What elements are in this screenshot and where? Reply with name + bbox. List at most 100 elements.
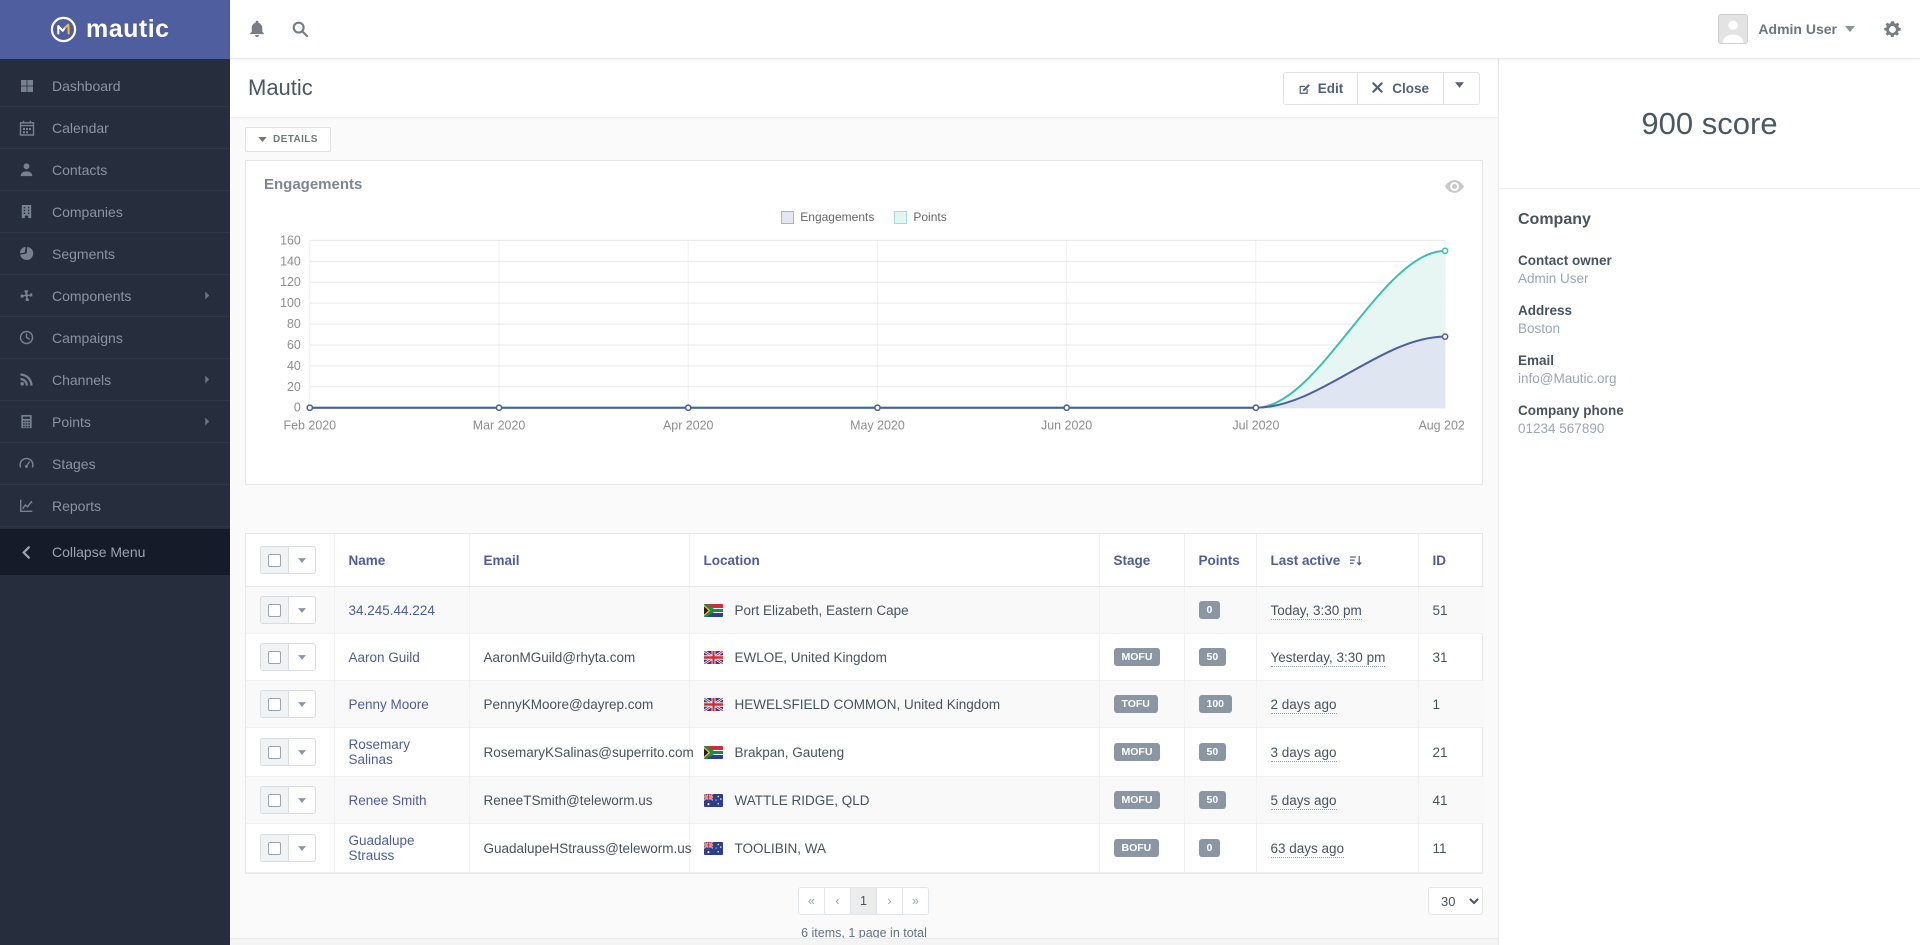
column-header-points[interactable]: Points (1184, 534, 1256, 587)
contact-name-link[interactable]: Penny Moore (349, 697, 429, 712)
page-1-button[interactable]: 1 (850, 887, 877, 915)
sidebar-filler (0, 575, 230, 945)
row-select-checkbox[interactable] (261, 691, 289, 717)
points-badge: 50 (1199, 743, 1227, 761)
contact-id: 11 (1418, 824, 1484, 873)
mautic-logo[interactable]: mautic (0, 0, 230, 59)
chevron-right-icon (203, 417, 212, 426)
footer-strip (230, 938, 1498, 945)
bulk-actions-dropdown[interactable] (289, 547, 315, 573)
sidebar-item-companies[interactable]: Companies (0, 191, 230, 233)
row-select-checkbox[interactable] (261, 597, 289, 623)
gauge-icon (18, 455, 35, 472)
row-actions-dropdown[interactable] (289, 787, 315, 813)
rows-per-page-select[interactable]: 30 (1428, 887, 1483, 915)
contact-name-link[interactable]: Aaron Guild (349, 650, 420, 665)
more-actions-dropdown[interactable] (1443, 72, 1480, 105)
sidebar-item-label: Points (52, 414, 91, 430)
sidebar-item-channels[interactable]: Channels (0, 359, 230, 401)
country-flag-icon (704, 794, 723, 807)
svg-text:80: 80 (287, 317, 301, 331)
contacts-table: Name Email Location Stage Points Last ac… (246, 534, 1484, 873)
sidebar-item-points[interactable]: Points (0, 401, 230, 443)
sidebar-item-collapse-menu[interactable]: Collapse Menu (0, 529, 230, 575)
eye-icon[interactable] (1445, 180, 1464, 194)
row-select-checkbox[interactable] (261, 787, 289, 813)
sidebar-item-label: Components (52, 288, 131, 304)
edit-button[interactable]: Edit (1283, 72, 1359, 105)
dashboard-icon (18, 77, 35, 94)
chart-icon (18, 497, 35, 514)
last-active-value: Today, 3:30 pm (1271, 603, 1362, 620)
contact-name-link[interactable]: Renee Smith (349, 793, 427, 808)
sidebar-item-dashboard[interactable]: Dashboard (0, 65, 230, 107)
column-header-location[interactable]: Location (689, 534, 1099, 587)
caret-down-icon (258, 137, 267, 142)
row-actions-dropdown[interactable] (289, 597, 315, 623)
field-label: Address (1518, 303, 1901, 318)
pagination: « ‹ 1 › » 30 (230, 887, 1498, 915)
contact-location: Port Elizabeth, Eastern Cape (735, 603, 909, 618)
row-actions-dropdown[interactable] (289, 644, 315, 670)
last-page-button[interactable]: » (902, 887, 929, 915)
column-header-stage[interactable]: Stage (1099, 534, 1184, 587)
next-page-button[interactable]: › (876, 887, 903, 915)
row-select-checkbox[interactable] (261, 835, 289, 861)
details-toggle-button[interactable]: DETAILS (245, 127, 331, 152)
user-avatar[interactable] (1718, 14, 1748, 44)
brand-name: mautic (86, 15, 170, 44)
select-all-checkbox[interactable] (261, 547, 289, 573)
table-row: Aaron GuildAaronMGuild@rhyta.comEWLOE, U… (246, 634, 1484, 681)
contact-name-link[interactable]: 34.245.44.224 (349, 603, 435, 618)
column-header-name[interactable]: Name (334, 534, 469, 587)
contact-email: RosemaryKSalinas@superrito.com (469, 728, 689, 777)
row-actions-dropdown[interactable] (289, 835, 315, 861)
svg-text:120: 120 (280, 275, 301, 289)
svg-text:Jul 2020: Jul 2020 (1232, 419, 1279, 433)
field-value: Admin User (1518, 271, 1901, 286)
column-header-id[interactable]: ID (1418, 534, 1484, 587)
company-fields: Contact ownerAdmin UserAddressBostonEmai… (1518, 253, 1901, 436)
last-active-value: 5 days ago (1271, 793, 1337, 810)
search-icon[interactable] (291, 20, 309, 38)
sidebar-item-segments[interactable]: Segments (0, 233, 230, 275)
svg-text:140: 140 (280, 254, 301, 268)
sidebar-item-components[interactable]: Components (0, 275, 230, 317)
contact-name-link[interactable]: Rosemary Salinas (349, 737, 411, 767)
user-menu[interactable]: Admin User (1758, 21, 1837, 37)
legend-item-engagements[interactable]: Engagements (781, 210, 874, 224)
sidebar-item-stages[interactable]: Stages (0, 443, 230, 485)
sidebar-item-label: Channels (52, 372, 111, 388)
sidebar-item-calendar[interactable]: Calendar (0, 107, 230, 149)
svg-text:Jun 2020: Jun 2020 (1041, 419, 1092, 433)
row-actions-dropdown[interactable] (289, 691, 315, 717)
contact-email: AaronMGuild@rhyta.com (469, 634, 689, 681)
column-header-last-active[interactable]: Last active (1256, 534, 1418, 587)
column-header-email[interactable]: Email (469, 534, 689, 587)
close-button[interactable]: Close (1357, 72, 1444, 105)
caret-down-icon[interactable] (1845, 26, 1855, 32)
contact-location: TOOLIBIN, WA (735, 841, 827, 856)
gear-icon[interactable] (1883, 20, 1902, 39)
contact-id: 21 (1418, 728, 1484, 777)
last-active-value: 3 days ago (1271, 745, 1337, 762)
first-page-button[interactable]: « (798, 887, 825, 915)
edit-icon (1298, 82, 1311, 95)
sidebar-item-contacts[interactable]: Contacts (0, 149, 230, 191)
row-select-checkbox[interactable] (261, 739, 289, 765)
svg-text:May 2020: May 2020 (850, 419, 905, 433)
contact-name-link[interactable]: Guadalupe Strauss (349, 833, 415, 863)
prev-page-button[interactable]: ‹ (824, 887, 851, 915)
svg-text:Aug 2020: Aug 2020 (1418, 419, 1464, 433)
app-root: mautic Dashboard Calendar ContactsCompanie… (0, 0, 1920, 945)
bell-icon[interactable] (248, 20, 266, 38)
sidebar-item-label: Calendar (52, 120, 109, 136)
company-field: Company phone01234 567890 (1518, 403, 1901, 436)
row-select-checkbox[interactable] (261, 644, 289, 670)
sidebar-item-campaigns[interactable]: Campaigns (0, 317, 230, 359)
contact-id: 31 (1418, 634, 1484, 681)
row-actions-dropdown[interactable] (289, 739, 315, 765)
sidebar-item-reports[interactable]: Reports (0, 485, 230, 527)
table-row: Renee SmithReneeTSmith@teleworm.usWATTLE… (246, 777, 1484, 824)
legend-item-points[interactable]: Points (894, 210, 946, 224)
